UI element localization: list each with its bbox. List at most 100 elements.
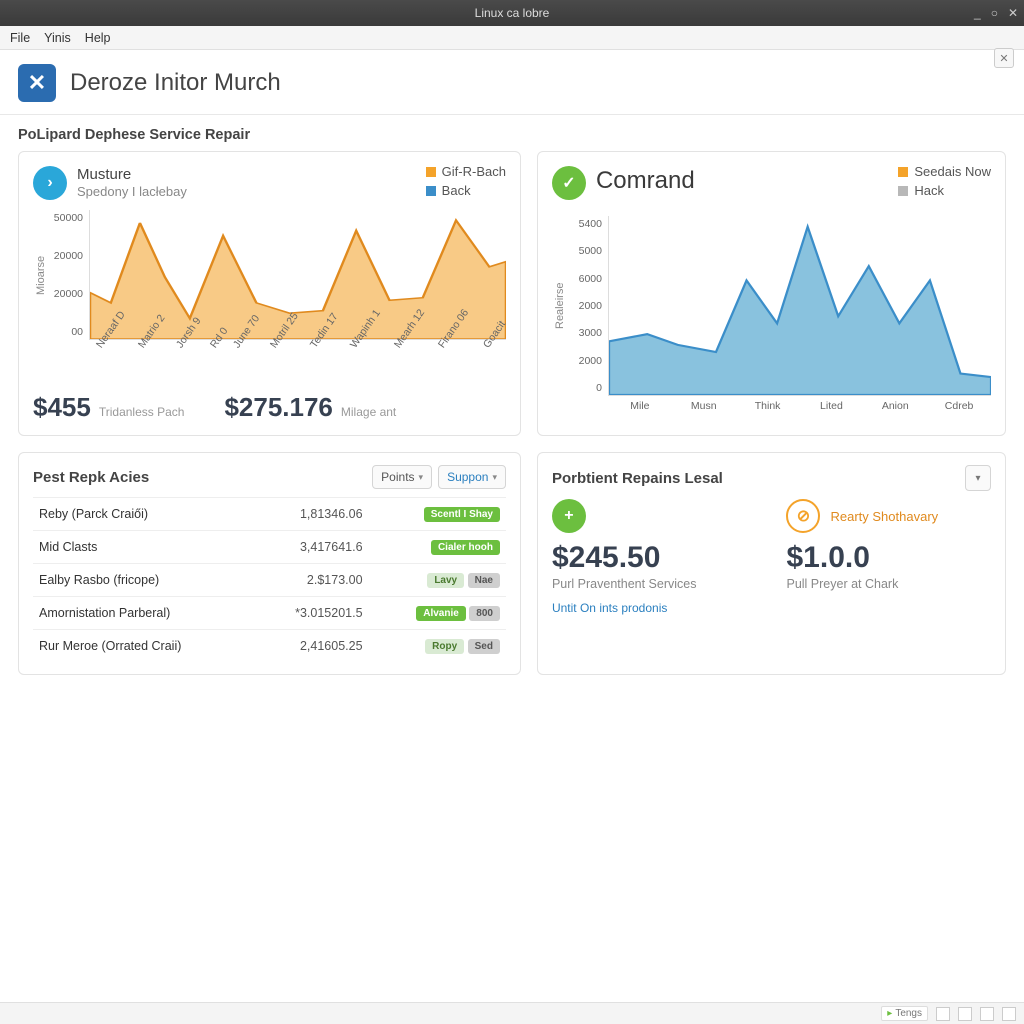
ytick: 6000 [570, 273, 602, 285]
card-musture: › Musture Spedony I lacłebay Gif-R-Bach … [18, 151, 521, 436]
ytick: 2000 [570, 300, 602, 312]
status-pill: Scentl I Shay [424, 507, 500, 522]
card-summary: Porbtient Repains Lesal ▾ + $245.50 Purl… [537, 452, 1006, 675]
ytick: 00 [51, 326, 83, 338]
xtick: Mile [608, 396, 672, 412]
app-icon-glyph: ✕ [28, 70, 46, 96]
status-square-button[interactable] [1002, 1007, 1016, 1021]
table-row[interactable]: Reby (Parck Craiői)1,81346.06 Scentl I Sh… [33, 498, 506, 531]
area-chart-svg [609, 216, 991, 395]
yaxis-label: Realeirse [552, 216, 568, 396]
ytick: 5400 [570, 218, 602, 230]
plot-area [608, 216, 991, 396]
table-row[interactable]: Ealby Rasbo (fricope)2.$173.00Lavy Nae [33, 564, 506, 597]
card-musture-subtitle: Spedony I lacłebay [77, 184, 187, 200]
metric-label: Milage ant [341, 405, 396, 419]
legend-label: Hack [914, 183, 944, 198]
status-chip[interactable]: ▸ Tengs [881, 1006, 928, 1021]
card-musture-head: › Musture Spedony I lacłebay Gif-R-Bach … [33, 164, 506, 202]
window-close-icon[interactable]: ✕ [1008, 6, 1018, 20]
ytick: 20000 [51, 288, 83, 300]
app-title: Deroze Initor Murch [70, 69, 281, 97]
card-summary-dropdown[interactable]: ▾ [965, 465, 991, 491]
card-summary-head: Porbtient Repains Lesal ▾ [552, 465, 991, 491]
card-list-title: Pest Repk Acies [33, 469, 149, 486]
ytick: 5000 [570, 245, 602, 257]
card-comrand: ✓ Comrand Seedais Now Hack Realeirse 540… [537, 151, 1006, 436]
window-controls: _ ○ ✕ [974, 0, 1018, 26]
row-name: Amornistation Parberal) [33, 597, 255, 630]
status-pill: Cialer hooh [431, 540, 500, 555]
table-row[interactable]: Amornistation Parberal)*3.015201.5Alvani… [33, 597, 506, 630]
chevron-down-icon: ▾ [492, 472, 497, 483]
metric-value: $455 [33, 392, 91, 423]
support-dropdown[interactable]: Suppon ▾ [438, 465, 506, 489]
window-max-icon[interactable]: ○ [991, 6, 998, 20]
metric-value: $275.176 [224, 392, 332, 423]
row-pills: Lavy Nae [369, 564, 506, 597]
check-icon: ✓ [552, 166, 586, 200]
close-tab-button[interactable]: ✕ [994, 48, 1014, 68]
card-musture-metrics: $455 Tridanless Pach $275.176 Milage ant [33, 392, 506, 423]
menu-help[interactable]: Help [85, 31, 111, 45]
status-square-button[interactable] [980, 1007, 994, 1021]
menu-file[interactable]: File [10, 31, 30, 45]
row-name: Rur Meroe (Orrated Craii) [33, 630, 255, 663]
ytick: 20000 [51, 250, 83, 262]
summary-columns: + $245.50 Purl Praventhent Services Unti… [552, 499, 991, 615]
window-title: Linux ca lobre [475, 6, 550, 20]
legend-swatch-icon [426, 167, 436, 177]
status-pill: Sed [468, 639, 500, 654]
arrow-right-icon: › [33, 166, 67, 200]
row-value: 2.$173.00 [255, 564, 369, 597]
ytick: 0 [570, 382, 602, 394]
row-pills: Ropy Sed [369, 630, 506, 663]
metric-label: Tridanless Pach [99, 405, 185, 419]
status-chip-label: Tengs [895, 1008, 922, 1019]
ytick: 3000 [570, 327, 602, 339]
xtick: Cdreb [927, 396, 991, 412]
yaxis-ticks: 50000 20000 20000 00 [49, 210, 89, 340]
status-pill: Nae [468, 573, 500, 588]
xtick: Think [736, 396, 800, 412]
plus-icon: + [552, 499, 586, 533]
xaxis-ticks: Mile Musn Think Lited Anion Cdreb [608, 396, 991, 412]
row-value: 1,81346.06 [255, 498, 369, 531]
app-header: ✕ Deroze Initor Murch ✕ [0, 50, 1024, 115]
tag-icon: ▸ [887, 1008, 892, 1019]
close-icon: ✕ [999, 52, 1008, 65]
menu-yinis[interactable]: Yinis [44, 31, 71, 45]
card-comrand-legend: Seedais Now Hack [898, 164, 991, 202]
window-min-icon[interactable]: _ [974, 6, 981, 20]
status-pill: Alvanie [416, 606, 466, 621]
xtick: Lited [800, 396, 864, 412]
statusbar: ▸ Tengs [0, 1002, 1024, 1024]
menubar: File Yinis Help [0, 26, 1024, 50]
status-square-button[interactable] [958, 1007, 972, 1021]
status-square-button[interactable] [936, 1007, 950, 1021]
summary-link[interactable]: Untit On ints prodonis [552, 601, 757, 615]
points-dropdown[interactable]: Points ▾ [372, 465, 432, 489]
table-row[interactable]: Rur Meroe (Orrated Craii)2,41605.25Ropy … [33, 630, 506, 663]
dropdown-label: Suppon [447, 470, 488, 484]
card-musture-title: Musture [77, 166, 187, 185]
legend-label: Gif-R-Bach [442, 164, 506, 179]
row-pills: Alvanie 800 [369, 597, 506, 630]
summary-desc: Pull Preyer at Chark [786, 577, 991, 591]
row-value: 3,417641.6 [255, 531, 369, 564]
row-name: Reby (Parck Craiői) [33, 498, 255, 531]
yaxis-ticks: 5400 5000 6000 2000 3000 2000 0 [568, 216, 608, 396]
table-row[interactable]: Mid Clasts3,417641.6Cialer hooh [33, 531, 506, 564]
card-list-head: Pest Repk Acies Points ▾ Suppon ▾ [33, 465, 506, 489]
card-comrand-head: ✓ Comrand Seedais Now Hack [552, 164, 991, 202]
summary-desc: Purl Praventhent Services [552, 577, 757, 591]
card-musture-legend: Gif-R-Bach Back [426, 164, 506, 202]
row-name: Ealby Rasbo (fricope) [33, 564, 255, 597]
chevron-down-icon: ▾ [419, 472, 424, 483]
badge-icon: ⊘ [786, 499, 820, 533]
summary-value: $1.0.0 [786, 541, 991, 575]
summary-orange-link[interactable]: Rearty Shothavary [830, 509, 938, 524]
legend-label: Seedais Now [914, 164, 991, 179]
window-titlebar: Linux ca lobre _ ○ ✕ [0, 0, 1024, 26]
card-comrand-chart: Realeirse 5400 5000 6000 2000 3000 2000 … [552, 216, 991, 396]
